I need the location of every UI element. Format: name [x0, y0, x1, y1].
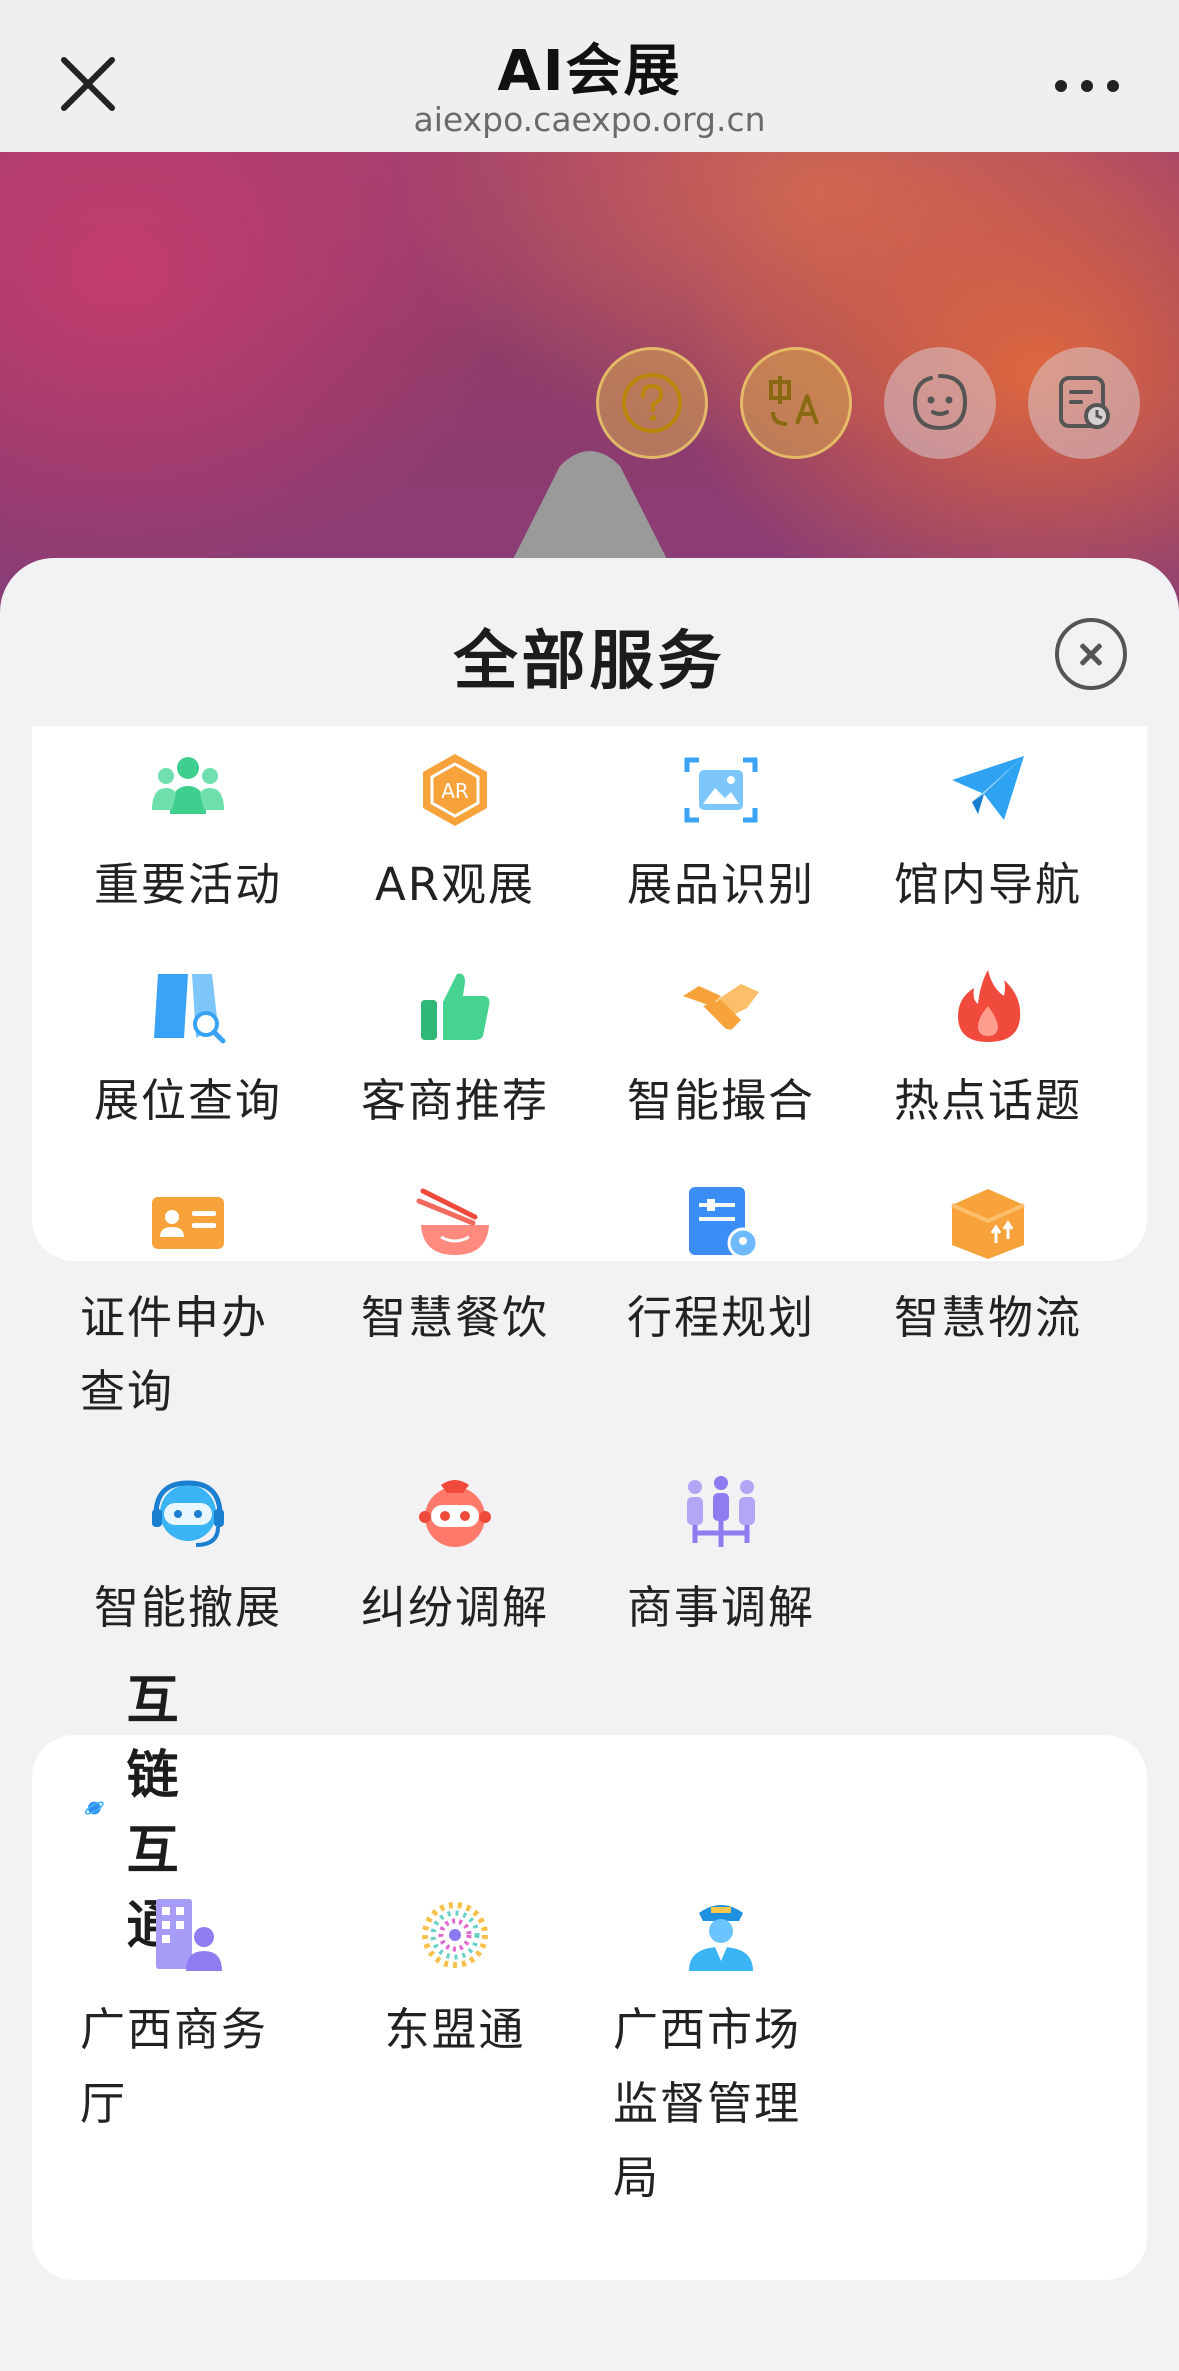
mascot-face-icon — [419, 1480, 491, 1547]
planet-icon — [84, 1801, 104, 1815]
link-asean-pass[interactable]: 东盟通 — [325, 1895, 585, 2067]
service-smart-dining[interactable]: 智慧餐饮 — [325, 1183, 585, 1355]
service-label: AR观展 — [374, 858, 536, 911]
service-commercial-mediation[interactable]: 商事调解 — [591, 1473, 851, 1645]
service-label: 纠纷调解 — [360, 1581, 549, 1634]
service-smart-matching[interactable]: 智能撮合 — [591, 966, 851, 1138]
flame-icon — [958, 970, 1021, 1042]
service-label: 行程规划 — [626, 1291, 815, 1344]
thumbs-up-icon — [421, 973, 490, 1040]
dotted-globe-icon — [422, 1902, 488, 1968]
service-ar-view[interactable]: AR AR观展 — [325, 750, 585, 922]
service-label: 证件申办查询 — [80, 1291, 269, 1418]
history-button[interactable] — [1028, 347, 1140, 459]
hero-background — [0, 152, 1179, 744]
service-label: 智慧物流 — [893, 1291, 1082, 1344]
service-label: 客商推荐 — [360, 1074, 549, 1127]
robot-headset-icon — [152, 1480, 224, 1547]
more-options-icon[interactable] — [1053, 60, 1123, 110]
sheet-title: 全部服务 — [453, 625, 726, 699]
sheet-close-button[interactable] — [1055, 618, 1127, 690]
service-important-events[interactable]: 重要活动 — [58, 750, 318, 922]
service-smart-logistics[interactable]: 智慧物流 — [858, 1183, 1118, 1355]
page-url: aiexpo.caexpo.org.cn — [413, 100, 766, 139]
package-box-icon — [951, 1189, 1025, 1259]
service-booth-search[interactable]: 展位查询 — [58, 966, 318, 1138]
service-label: 智能撮合 — [626, 1074, 815, 1127]
service-label: 重要活动 — [93, 858, 282, 911]
service-itinerary-planning[interactable]: 行程规划 — [591, 1183, 851, 1355]
image-scan-icon — [684, 757, 758, 823]
service-label: 馆内导航 — [893, 858, 1082, 911]
service-label: 智慧餐饮 — [360, 1291, 549, 1344]
assistant-button[interactable] — [884, 347, 996, 459]
service-label: 智能撤展 — [93, 1581, 282, 1634]
bowl-chopsticks-icon — [416, 1188, 489, 1255]
service-dispute-mediation[interactable]: 纠纷调解 — [325, 1473, 585, 1645]
link-label: 东盟通 — [384, 2003, 526, 2056]
svg-text:AR: AR — [441, 779, 469, 803]
service-exhibit-recognition[interactable]: 展品识别 — [591, 750, 851, 922]
booth-search-icon — [154, 974, 226, 1044]
mediation-people-icon — [687, 1476, 755, 1547]
translate-icon — [769, 376, 819, 426]
service-certificate-query[interactable]: 证件申办查询 — [58, 1183, 318, 1429]
service-label: 热点话题 — [893, 1074, 1082, 1127]
office-building-icon — [156, 1899, 222, 1971]
handshake-icon — [683, 984, 759, 1030]
service-smart-withdrawal[interactable]: 智能撤展 — [58, 1473, 318, 1645]
service-hot-topics[interactable]: 热点话题 — [858, 966, 1118, 1138]
paper-plane-icon — [952, 756, 1024, 820]
top-nav-bar: AI会展 aiexpo.caexpo.org.cn — [0, 0, 1179, 152]
page-title: AI会展 — [497, 39, 682, 104]
officer-icon — [689, 1905, 753, 1971]
id-card-icon — [152, 1197, 224, 1249]
interlink-header: 互链互通 — [84, 1671, 212, 1956]
ar-hexagon-icon: AR — [423, 754, 487, 826]
link-guangxi-market-supervision[interactable]: 广西市场监督管理局 — [591, 1895, 851, 2215]
assistant-face-icon — [912, 374, 968, 431]
link-guangxi-commerce[interactable]: 广西商务厅 — [58, 1895, 318, 2141]
itinerary-icon — [689, 1187, 759, 1259]
history-icon — [1059, 376, 1110, 429]
translate-button[interactable] — [740, 347, 852, 459]
link-label: 广西市场监督管理局 — [613, 2003, 802, 2204]
service-label: 商事调解 — [626, 1581, 815, 1634]
service-hall-navigation[interactable]: 馆内导航 — [858, 750, 1118, 922]
service-merchant-recommend[interactable]: 客商推荐 — [325, 966, 585, 1138]
people-group-icon — [152, 757, 224, 814]
help-icon — [622, 373, 682, 433]
link-label: 广西商务厅 — [80, 2003, 269, 2130]
help-button[interactable] — [596, 347, 708, 459]
service-label: 展品识别 — [626, 858, 815, 911]
service-label: 展位查询 — [93, 1074, 282, 1127]
